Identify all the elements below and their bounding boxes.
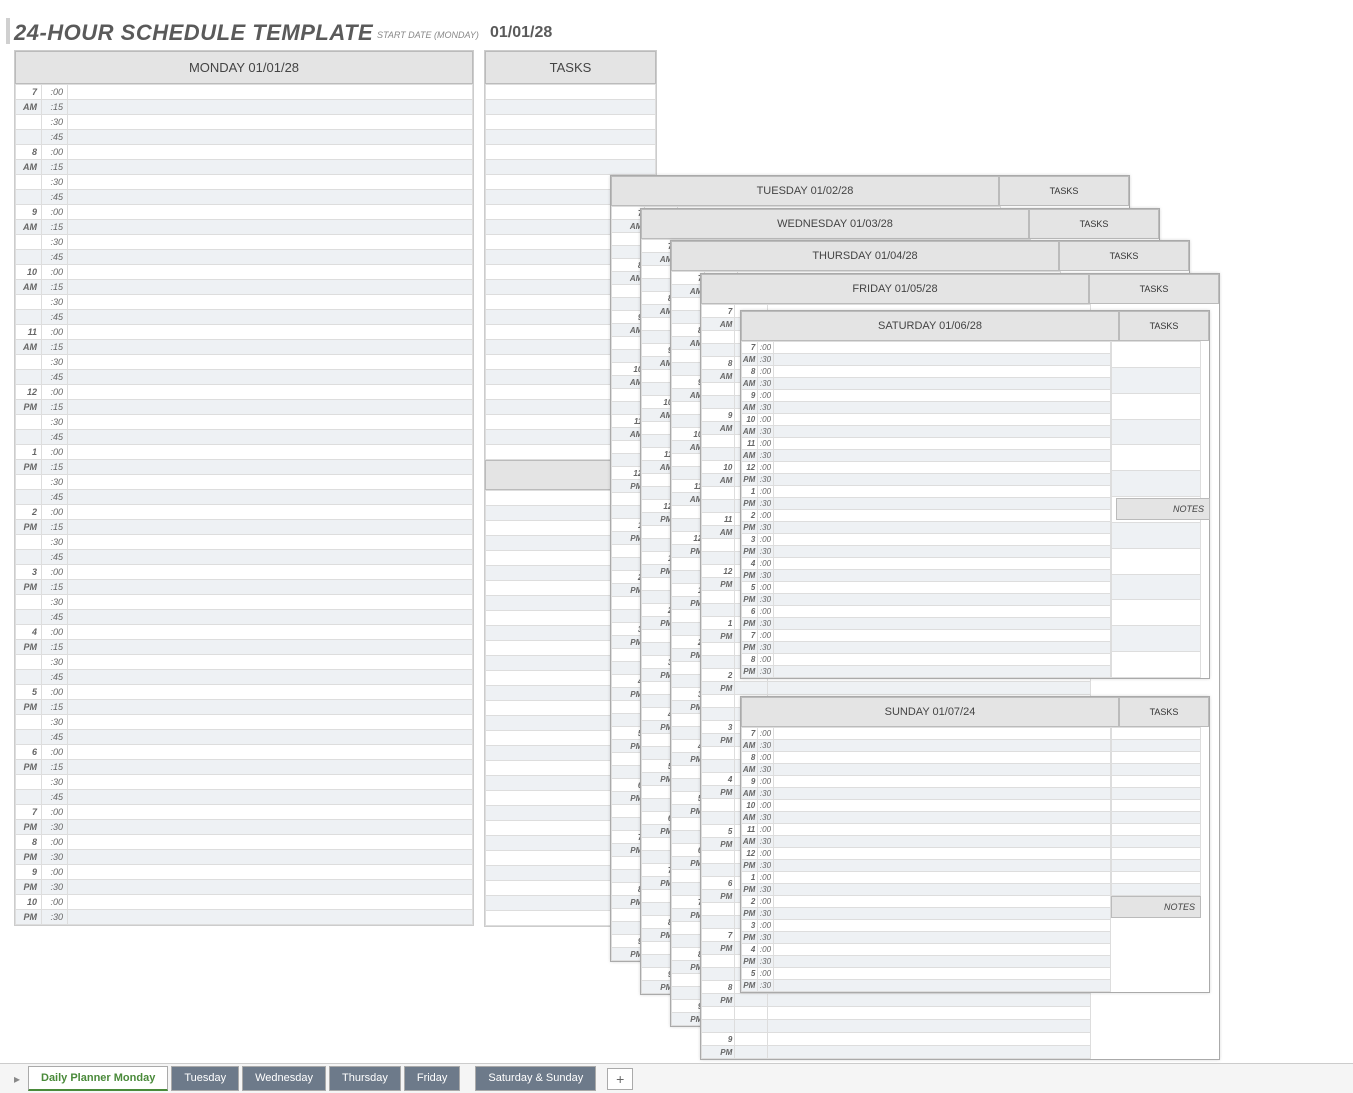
- stacked-day-header: THURSDAY 01/04/28: [671, 241, 1059, 271]
- sheet-tab-bar: ▸ Daily Planner MondayTuesdayWednesdayTh…: [0, 1063, 1353, 1093]
- sheet-tab[interactable]: Tuesday: [171, 1066, 239, 1091]
- sheet-tab[interactable]: Daily Planner Monday: [28, 1066, 168, 1091]
- sunday-sheet: SUNDAY 01/07/24 TASKS 7:00AM:308:00AM:30…: [740, 696, 1210, 993]
- sheet-tab[interactable]: Wednesday: [242, 1066, 326, 1091]
- document-title: 24-HOUR SCHEDULE TEMPLATE: [14, 20, 373, 46]
- tasks-header: TASKS: [485, 51, 656, 84]
- sunday-header: SUNDAY 01/07/24: [741, 697, 1119, 727]
- add-sheet-button[interactable]: +: [607, 1068, 633, 1090]
- monday-panel: MONDAY 01/01/28 7:00AM:15:30:458:00AM:15…: [14, 50, 474, 926]
- saturday-notes-header: NOTES: [1116, 498, 1210, 520]
- sunday-grid[interactable]: 7:00AM:308:00AM:309:00AM:3010:00AM:3011:…: [741, 727, 1111, 992]
- saturday-tasks-header: TASKS: [1119, 311, 1209, 341]
- saturday-header: SATURDAY 01/06/28: [741, 311, 1119, 341]
- start-date-label: START DATE (MONDAY): [377, 30, 479, 40]
- stacked-day-header: TUESDAY 01/02/28: [611, 176, 999, 206]
- monday-header: MONDAY 01/01/28: [15, 51, 473, 84]
- saturday-grid[interactable]: 7:00AM:308:00AM:309:00AM:3010:00AM:3011:…: [741, 341, 1111, 678]
- sheet-tab[interactable]: Saturday & Sunday: [475, 1066, 596, 1091]
- stacked-day-header: WEDNESDAY 01/03/28: [641, 209, 1029, 239]
- saturday-notes-section: NOTES: [1116, 498, 1210, 520]
- tab-nav-prev-icon[interactable]: ▸: [6, 1068, 28, 1090]
- stacked-tasks-header: TASKS: [1029, 209, 1159, 239]
- sheet-tab[interactable]: Friday: [404, 1066, 461, 1091]
- sunday-tasks-header: TASKS: [1119, 697, 1209, 727]
- monday-time-grid[interactable]: 7:00AM:15:30:458:00AM:15:30:459:00AM:15:…: [15, 84, 473, 925]
- stacked-tasks-header: TASKS: [1059, 241, 1189, 271]
- stacked-tasks-header: TASKS: [999, 176, 1129, 206]
- stacked-day-header: FRIDAY 01/05/28: [701, 274, 1089, 304]
- stacked-tasks-header: TASKS: [1089, 274, 1219, 304]
- sunday-notes-header: NOTES: [1111, 896, 1201, 918]
- start-date-value[interactable]: 01/01/28: [490, 24, 552, 42]
- saturday-sheet: SATURDAY 01/06/28 TASKS 7:00AM:308:00AM:…: [740, 310, 1210, 679]
- sunday-tasks-grid[interactable]: [1111, 727, 1201, 896]
- sheet-tab[interactable]: Thursday: [329, 1066, 401, 1091]
